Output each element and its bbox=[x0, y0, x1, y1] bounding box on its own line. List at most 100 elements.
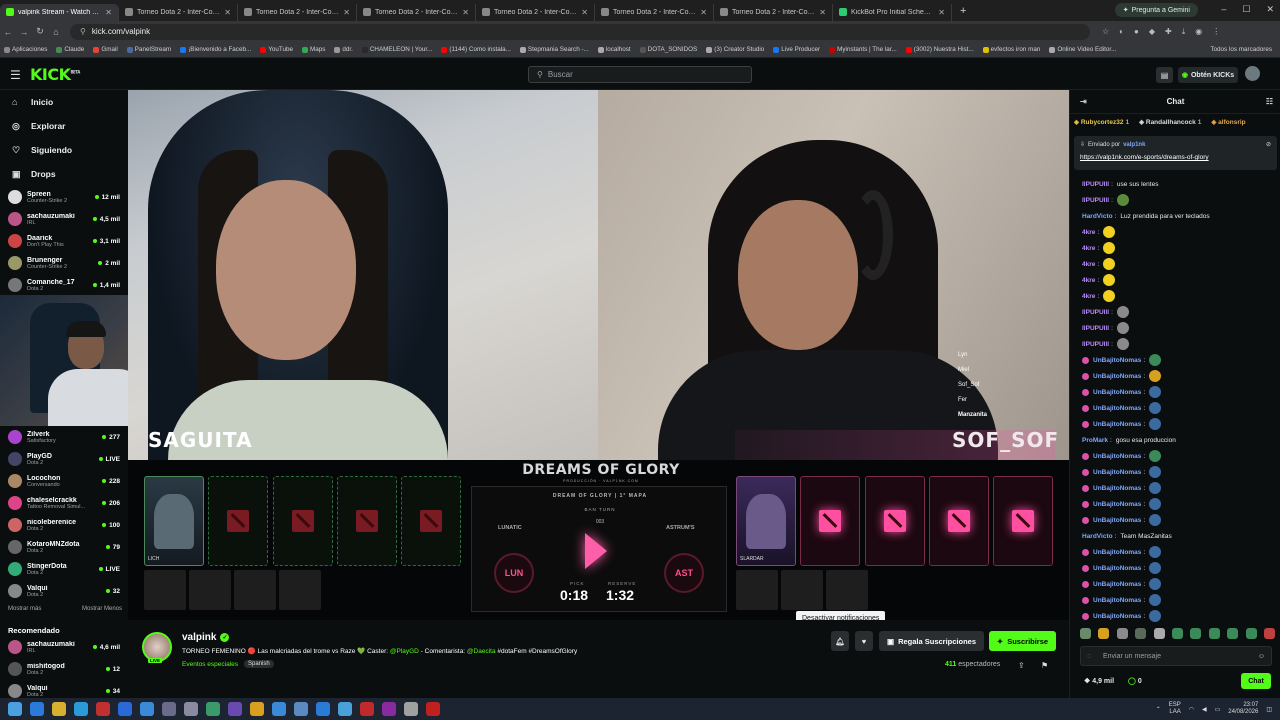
language-tag[interactable]: Spanish bbox=[244, 660, 274, 668]
taskbar-app-icon[interactable] bbox=[96, 702, 110, 716]
sidebar-channel[interactable]: PlayGD Dota 2 LIVE bbox=[0, 448, 128, 470]
reload-icon[interactable]: ↻ bbox=[32, 26, 48, 37]
search-input[interactable]: ⚲ Buscar bbox=[528, 66, 752, 83]
chat-username[interactable]: UnBajitoNomas bbox=[1093, 597, 1141, 604]
bookmark-item[interactable]: YouTube bbox=[260, 46, 293, 53]
taskbar-app-icon[interactable] bbox=[316, 702, 330, 716]
close-tab-icon[interactable]: ✕ bbox=[819, 8, 826, 17]
quick-emote-icon[interactable] bbox=[1263, 628, 1275, 639]
extension-icon[interactable]: ◐ bbox=[1119, 27, 1124, 37]
taskbar-app-icon[interactable] bbox=[228, 702, 242, 716]
quick-emote-icon[interactable] bbox=[1190, 628, 1202, 639]
user-avatar[interactable] bbox=[1245, 66, 1260, 81]
bookmark-item[interactable]: (1144) Como instala... bbox=[441, 46, 511, 53]
taskbar-app-icon[interactable] bbox=[382, 702, 396, 716]
quick-emote-icon[interactable] bbox=[1080, 628, 1091, 639]
bookmark-item[interactable]: ddr. bbox=[334, 46, 353, 53]
taskbar-app-icon[interactable] bbox=[30, 702, 44, 716]
close-tab-icon[interactable]: ✕ bbox=[343, 8, 350, 17]
sidebar-nav-siguiendo[interactable]: ♡ Siguiendo bbox=[0, 138, 128, 162]
taskbar-app-icon[interactable] bbox=[426, 702, 440, 716]
menu-dots-icon[interactable]: ⋮ bbox=[1212, 27, 1220, 37]
sidebar-nav-drops[interactable]: ▣ Drops bbox=[0, 162, 128, 186]
home-browser-icon[interactable]: ⌂ bbox=[48, 27, 64, 37]
channel-points[interactable]: ◯ 0 bbox=[1128, 677, 1142, 685]
chat-username[interactable]: UnBajitoNomas bbox=[1093, 373, 1141, 380]
quick-emote-icon[interactable] bbox=[1098, 628, 1110, 639]
browser-tab[interactable]: Torneo Dota 2 - Inter-Comunid ✕ bbox=[119, 3, 238, 21]
chat-username[interactable]: UnBajitoNomas bbox=[1093, 613, 1141, 620]
back-icon[interactable]: ← bbox=[0, 27, 16, 37]
bookmark-item[interactable]: localhost bbox=[597, 46, 631, 53]
sidebar-channel[interactable]: StingerDota Dota 2 LIVE bbox=[0, 558, 128, 580]
taskbar-app-icon[interactable] bbox=[162, 702, 176, 716]
bookmark-item[interactable]: (3) Creator Studio bbox=[706, 46, 764, 53]
chat-username[interactable]: 4kre bbox=[1082, 293, 1095, 300]
sidebar-channel[interactable]: Brunenger Counter-Strike 2 2 mil bbox=[0, 252, 128, 274]
chat-username[interactable]: 4kre bbox=[1082, 229, 1095, 236]
chat-username[interactable]: UnBajitoNomas bbox=[1093, 405, 1141, 412]
kicks-balance[interactable]: ❖ 4,9 mil bbox=[1084, 677, 1114, 685]
minimize-icon[interactable]: – bbox=[1221, 4, 1226, 15]
quick-emote-icon[interactable] bbox=[1153, 628, 1165, 639]
quick-emote-icon[interactable] bbox=[1227, 628, 1239, 639]
taskbar-app-icon[interactable] bbox=[404, 702, 418, 716]
bookmark-item[interactable]: evfectos iron man bbox=[982, 46, 1040, 53]
mention-link[interactable]: @Daecita bbox=[467, 648, 496, 655]
bookmark-item[interactable]: CHAMELEON | Your... bbox=[361, 46, 432, 53]
chat-username[interactable]: UnBajitoNomas bbox=[1093, 453, 1141, 460]
chat-send-button[interactable]: Chat bbox=[1241, 673, 1271, 689]
url-field[interactable]: ⚲ kick.com/valpink bbox=[70, 23, 1090, 40]
bookmark-star-icon[interactable]: ☆ bbox=[1102, 27, 1109, 37]
wifi-icon[interactable]: ◠ bbox=[1189, 706, 1194, 713]
sidebar-channel[interactable]: Spreen Counter-Strike 2 12 mil bbox=[0, 186, 128, 208]
close-window-icon[interactable]: ✕ bbox=[1266, 4, 1274, 15]
chat-username[interactable]: UnBajitoNomas bbox=[1093, 581, 1141, 588]
taskbar-app-icon[interactable] bbox=[52, 702, 66, 716]
sidebar-channel[interactable]: nicoleberenice Dota 2 100 bbox=[0, 514, 128, 536]
subscribe-button[interactable]: ✦ Suscribirse bbox=[989, 631, 1056, 651]
show-more-link[interactable]: Mostrar más bbox=[8, 606, 41, 612]
extension-icon[interactable]: ● bbox=[1134, 27, 1139, 37]
taskbar-app-icon[interactable] bbox=[272, 702, 286, 716]
puzzle-icon[interactable]: ✚ bbox=[1165, 27, 1172, 37]
close-tab-icon[interactable]: ✕ bbox=[581, 8, 588, 17]
show-less-link[interactable]: Mostrar Menos bbox=[82, 606, 122, 612]
taskbar-app-icon[interactable] bbox=[360, 702, 374, 716]
sidebar-channel[interactable]: Locochon Conversando 228 bbox=[0, 470, 128, 492]
profile-icon[interactable]: ◉ bbox=[1195, 27, 1202, 37]
sidebar-channel[interactable]: sachauzumaki IRL 4,5 mil bbox=[0, 208, 128, 230]
streamer-name[interactable]: valpink bbox=[182, 632, 216, 643]
bookmark-item[interactable]: (3002) Nuestra Hist... bbox=[905, 46, 974, 53]
browser-tab[interactable]: Torneo Dota 2 - Inter-Comunid ✕ bbox=[714, 3, 833, 21]
chat-username[interactable]: 4kre bbox=[1082, 245, 1095, 252]
browser-tab[interactable]: KickBot Pro Initial Schema | SC ✕ bbox=[833, 3, 952, 21]
sidebar-channel[interactable]: chaleselcrackk Tattoo Removal Simul... 206 bbox=[0, 492, 128, 514]
close-tab-icon[interactable]: ✕ bbox=[700, 8, 707, 17]
chat-username[interactable]: llPUPUlll bbox=[1082, 341, 1109, 348]
chat-username[interactable]: UnBajitoNomas bbox=[1093, 357, 1141, 364]
maximize-icon[interactable]: ☐ bbox=[1242, 4, 1250, 15]
close-tab-icon[interactable]: ✕ bbox=[462, 8, 469, 17]
notifications-button[interactable]: 🔔︎ bbox=[831, 631, 849, 651]
emoji-picker-icon[interactable]: ☺ bbox=[1258, 653, 1265, 660]
bookmark-item[interactable]: Live Producer bbox=[773, 46, 820, 53]
sidebar-nav-inicio[interactable]: ⌂ Inicio bbox=[0, 90, 128, 114]
bookmark-item[interactable]: Aplicaciones bbox=[4, 46, 47, 53]
hide-pinned-icon[interactable]: ⊘ bbox=[1266, 141, 1271, 148]
browser-tab[interactable]: Torneo Dota 2 - Inter-Comunid ✕ bbox=[357, 3, 476, 21]
browser-tab[interactable]: valpink Stream - Watch Live ✕ bbox=[0, 3, 119, 21]
browser-tab[interactable]: Torneo Dota 2 - Inter-Comunid ✕ bbox=[476, 3, 595, 21]
close-tab-icon[interactable]: ✕ bbox=[224, 8, 231, 17]
chat-username[interactable]: llPUPUlll bbox=[1082, 325, 1109, 332]
quick-emote-icon[interactable] bbox=[1116, 628, 1128, 639]
top-gifter[interactable]: ◈ alfonsrip bbox=[1211, 118, 1247, 126]
chat-username[interactable]: UnBajitoNomas bbox=[1093, 469, 1141, 476]
sidebar-channel[interactable]: Valqui Dota 2 32 bbox=[0, 580, 128, 602]
taskbar-app-icon[interactable] bbox=[294, 702, 308, 716]
mention-link[interactable]: @PlayGD bbox=[390, 648, 419, 655]
top-gifter[interactable]: ◈ Randallhancock 1 bbox=[1139, 118, 1201, 126]
share-icon[interactable]: ⇪ bbox=[1018, 661, 1025, 670]
close-tab-icon[interactable]: ✕ bbox=[105, 8, 112, 17]
taskbar-app-icon[interactable] bbox=[338, 702, 352, 716]
